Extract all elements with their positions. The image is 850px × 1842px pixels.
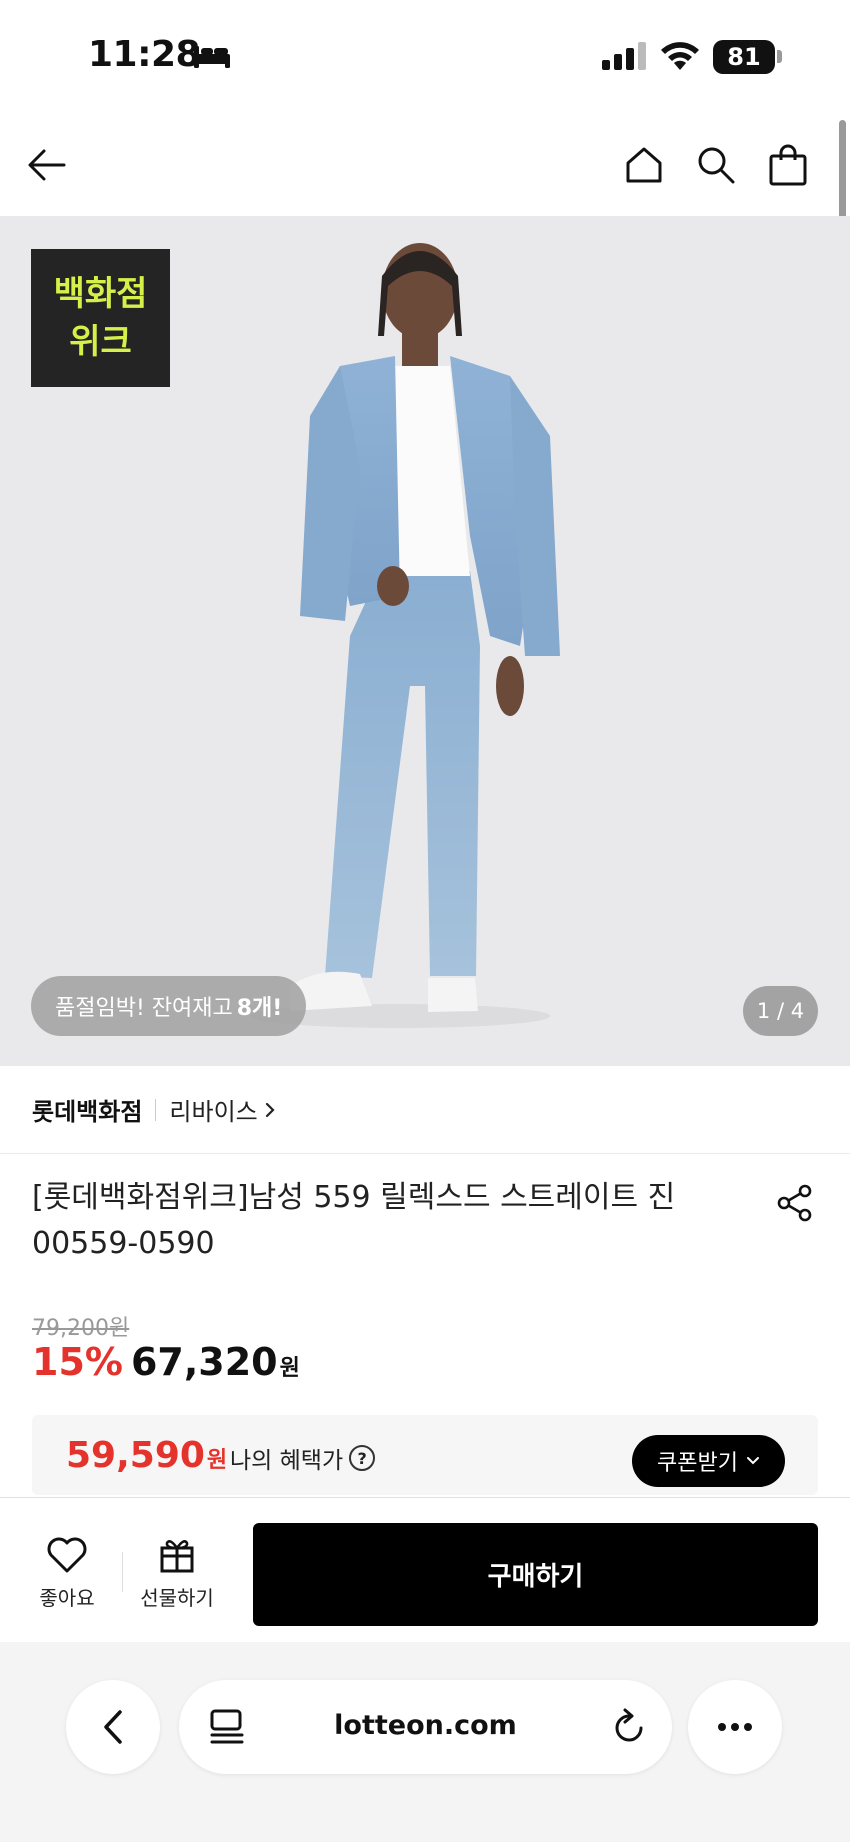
brand-name: 리바이스 xyxy=(169,1098,258,1126)
cellular-signal-icon xyxy=(602,42,646,74)
stock-count: 8개! xyxy=(236,996,283,1021)
discount-rate: 15% xyxy=(32,1340,123,1384)
gift-button[interactable]: 선물하기 xyxy=(132,1536,222,1611)
product-title-line-1: [롯데백화점위크]남성 559 릴렉스드 스트레이트 진 xyxy=(32,1180,676,1215)
reload-icon[interactable] xyxy=(611,1708,647,1750)
battery-cap xyxy=(777,50,782,63)
sale-price-row: 15% 67,320 원 xyxy=(32,1340,300,1384)
benefit-label-text: 나의 혜택가 xyxy=(230,1448,344,1474)
store-name[interactable]: 롯데백화점 xyxy=(32,1092,142,1127)
badge-line-1: 백화점 xyxy=(53,274,148,314)
product-title-line-2: 00559-0590 xyxy=(32,1226,215,1261)
benefit-price-box: 59,590 원 나의 혜택가 ? 쿠폰받기 xyxy=(32,1415,818,1495)
home-icon xyxy=(626,147,662,183)
share-button[interactable] xyxy=(770,1178,820,1228)
product-title: [롯데백화점위크]남성 559 릴렉스드 스트레이트 진 00559-0590 xyxy=(32,1175,712,1267)
stock-text: 품절임박! 잔여재고 xyxy=(55,996,233,1021)
chevron-down-icon xyxy=(746,1457,759,1465)
address-bar[interactable]: lotteon.com xyxy=(179,1680,672,1774)
store-brand-row: 롯데백화점 리바이스 xyxy=(0,1066,850,1154)
gift-icon xyxy=(160,1540,194,1573)
help-icon[interactable]: ? xyxy=(349,1445,376,1471)
share-icon xyxy=(777,1184,812,1222)
gift-label: 선물하기 xyxy=(140,1586,214,1610)
heart-icon xyxy=(47,1537,87,1573)
image-page-indicator: 1 / 4 xyxy=(743,986,818,1036)
more-options-button[interactable] xyxy=(688,1680,782,1774)
home-button[interactable] xyxy=(619,140,669,190)
wifi-icon xyxy=(660,40,700,76)
badge-line-2: 위크 xyxy=(69,322,132,362)
like-button[interactable]: 좋아요 xyxy=(22,1536,112,1611)
buy-button[interactable]: 구매하기 xyxy=(253,1523,818,1626)
search-icon xyxy=(698,147,735,184)
benefit-currency: 원 xyxy=(206,1448,228,1473)
divider xyxy=(122,1552,123,1592)
sale-price: 67,320 xyxy=(130,1340,278,1384)
brand-link[interactable]: 리바이스 xyxy=(169,1092,275,1127)
search-button[interactable] xyxy=(691,140,741,190)
benefit-label: 나의 혜택가 ? xyxy=(230,1441,376,1475)
cart-button[interactable] xyxy=(763,140,813,190)
low-stock-badge: 품절임박! 잔여재고 8개! xyxy=(31,976,307,1036)
sale-currency: 원 xyxy=(279,1356,300,1381)
divider xyxy=(155,1098,157,1121)
get-coupon-button[interactable]: 쿠폰받기 xyxy=(632,1435,785,1487)
shopping-bag-icon xyxy=(769,144,807,186)
status-time: 11:28 xyxy=(88,34,201,75)
more-dots-icon xyxy=(718,1723,752,1731)
coupon-button-label: 쿠폰받기 xyxy=(657,1451,738,1476)
sleep-focus-icon xyxy=(192,44,232,74)
purchase-action-bar: 좋아요 선물하기 구매하기 xyxy=(0,1497,850,1642)
benefit-price: 59,590 원 xyxy=(66,1435,227,1476)
product-image-carousel[interactable]: 백화점 위크 품절임박! 잔여재고 8개! 1 / 4 xyxy=(0,216,850,1066)
chevron-left-icon xyxy=(104,1710,122,1744)
browser-back-button[interactable] xyxy=(66,1680,160,1774)
url-text: lotteon.com xyxy=(334,1710,517,1741)
battery-indicator: 81 xyxy=(713,40,775,74)
chevron-right-icon xyxy=(265,1102,275,1117)
original-price: 79,200원 xyxy=(32,1316,130,1341)
back-arrow-icon xyxy=(28,149,66,181)
department-store-week-badge: 백화점 위크 xyxy=(31,249,170,387)
top-nav xyxy=(0,110,850,216)
back-button[interactable] xyxy=(22,140,72,190)
like-label: 좋아요 xyxy=(39,1586,95,1610)
status-bar: 11:28 81 xyxy=(0,0,850,110)
benefit-amount: 59,590 xyxy=(66,1435,205,1476)
browser-toolbar: lotteon.com xyxy=(0,1642,850,1842)
